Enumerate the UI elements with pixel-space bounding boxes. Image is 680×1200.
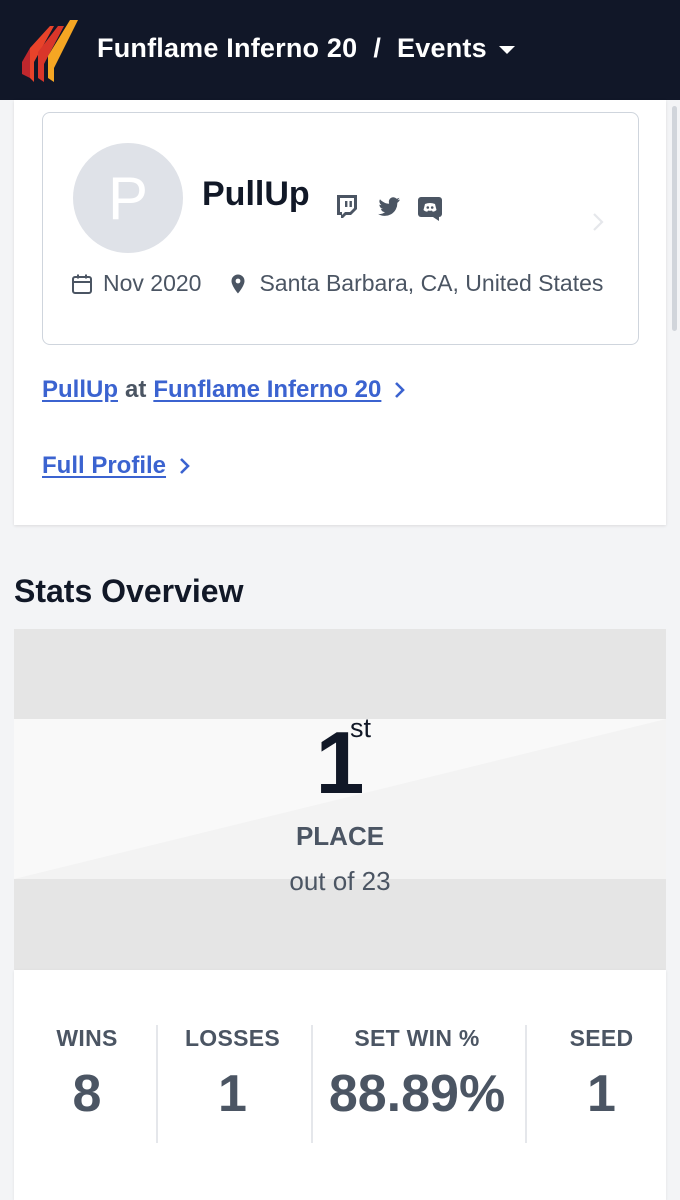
location-pin-icon (231, 274, 245, 293)
twitter-icon[interactable] (376, 193, 402, 219)
stat-wins: WINS 8 (32, 1025, 142, 1143)
breadcrumb-separator: / (373, 33, 382, 63)
placement-suffix: st (350, 713, 372, 743)
placement-label: PLACE (295, 821, 385, 851)
stat-divider (311, 1025, 313, 1143)
profile-panel: P PullUp Nov 2020 Santa Barbara, CA, Uni… (14, 100, 666, 525)
player-at-event-link[interactable]: PullUp at Funflame Inferno 20 (42, 376, 407, 404)
breadcrumb-events[interactable]: Events (397, 33, 487, 64)
placement-number: 1 (315, 713, 365, 812)
caret-down-icon[interactable] (498, 45, 515, 54)
scrollbar[interactable] (672, 106, 677, 331)
stat-divider (156, 1025, 158, 1143)
stat-value: 8 (72, 1065, 102, 1123)
stat-value: 1 (587, 1065, 616, 1123)
full-profile-label[interactable]: Full Profile (42, 452, 166, 480)
stat-label: SET WIN % (354, 1025, 480, 1051)
player-name: PullUp (202, 175, 310, 213)
breadcrumb: Funflame Inferno 20 / Events (97, 33, 515, 64)
stats-heading: Stats Overview (14, 573, 244, 609)
event-link[interactable]: Funflame Inferno 20 (153, 376, 381, 404)
stat-label: LOSSES (184, 1025, 281, 1051)
stat-set-win-pct: SET WIN % 88.89% (317, 1025, 517, 1143)
chevron-right-icon[interactable] (591, 211, 605, 233)
joined-date: Nov 2020 (103, 270, 202, 296)
stat-label: WINS (56, 1025, 118, 1051)
top-nav-bar: Funflame Inferno 20 / Events (0, 0, 680, 100)
avatar: P (73, 143, 183, 253)
chevron-right-icon (395, 382, 406, 398)
calendar-icon (72, 274, 92, 294)
link-connector: at (125, 376, 147, 403)
stat-label: SEED (569, 1025, 634, 1051)
player-meta: Nov 2020 Santa Barbara, CA, United State… (71, 270, 603, 297)
stat-divider (525, 1025, 527, 1143)
twitch-icon[interactable] (334, 193, 360, 219)
player-link[interactable]: PullUp (42, 376, 118, 404)
stat-value: 88.89% (328, 1065, 506, 1123)
discord-icon[interactable] (417, 196, 443, 222)
chevron-right-icon (180, 458, 190, 474)
full-profile-link[interactable]: Full Profile (42, 452, 192, 480)
player-card[interactable]: P PullUp Nov 2020 Santa Barbara, CA, Uni… (42, 112, 639, 345)
placement-out-of: out of 23 (289, 866, 391, 896)
placement-card: 1 st PLACE out of 23 (14, 629, 666, 970)
player-location: Santa Barbara, CA, United States (259, 270, 604, 296)
stats-grid: WINS 8 LOSSES 1 SET WIN % 88.89% SEED 1 (14, 970, 666, 1200)
stat-losses: LOSSES 1 (170, 1025, 295, 1143)
stat-value: 1 (218, 1065, 247, 1123)
breadcrumb-tournament[interactable]: Funflame Inferno 20 (97, 33, 357, 64)
stat-seed: SEED 1 (544, 1025, 659, 1143)
start-gg-logo[interactable] (20, 18, 80, 82)
